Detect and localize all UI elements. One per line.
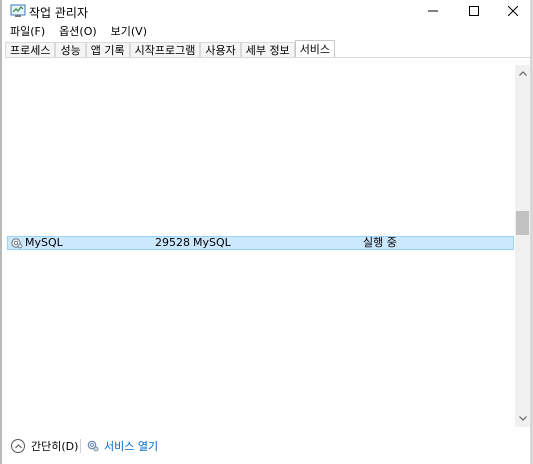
window-title: 작업 관리자 <box>29 6 89 20</box>
menu-options[interactable]: 옵션(O) <box>59 24 96 40</box>
scroll-up-button[interactable] <box>515 65 530 82</box>
close-icon <box>508 6 518 16</box>
scroll-down-button[interactable] <box>515 410 530 427</box>
tab-startup[interactable]: 시작프로그램 <box>129 42 201 58</box>
vertical-scrollbar[interactable] <box>515 65 530 427</box>
services-gear-icon <box>87 440 99 452</box>
service-description: MySQL <box>193 236 231 249</box>
tab-bar: 프로세스 성능 앱 기록 시작프로그램 사용자 세부 정보 서비스 <box>5 40 336 58</box>
left-edge <box>0 0 2 464</box>
service-pid: 29528 <box>155 236 190 249</box>
fewer-details-label: 간단히(D) <box>31 440 79 453</box>
tab-processes[interactable]: 프로세스 <box>5 42 56 58</box>
tab-details[interactable]: 세부 정보 <box>240 42 295 58</box>
tab-app-history[interactable]: 앱 기록 <box>85 42 130 58</box>
task-manager-icon <box>10 4 26 17</box>
fewer-details-button[interactable]: 간단히(D) <box>11 438 78 454</box>
chevron-down-icon <box>518 416 527 421</box>
bottom-bar: 간단히(D) 서비스 열기 <box>0 430 530 464</box>
service-name: MySQL <box>25 236 63 249</box>
chevron-up-icon <box>518 71 527 76</box>
minimize-icon <box>428 10 438 12</box>
tab-performance[interactable]: 성능 <box>55 42 86 58</box>
maximize-icon <box>469 6 479 16</box>
bottom-separator <box>80 439 81 453</box>
menu-view[interactable]: 보기(V) <box>111 24 147 40</box>
chevron-up-circle-icon <box>11 439 25 453</box>
table-row[interactable]: MySQL 29528 MySQL 실행 중 <box>7 236 514 250</box>
menu-file[interactable]: 파일(F) <box>10 24 45 40</box>
service-status: 실행 중 <box>363 236 397 249</box>
menu-bar: 파일(F) 옵션(O) 보기(V) <box>10 24 161 40</box>
minimize-button[interactable] <box>410 0 456 22</box>
service-gear-icon <box>11 238 23 249</box>
scroll-thumb[interactable] <box>516 211 529 235</box>
open-services-link[interactable]: 서비스 열기 <box>87 438 158 454</box>
title-bar[interactable]: 작업 관리자 <box>0 0 530 22</box>
services-list: MySQL 29528 MySQL 실행 중 <box>5 58 515 427</box>
close-button[interactable] <box>490 0 533 22</box>
task-manager-window: 작업 관리자 파일(F) 옵션(O) 보기(V) 프로세스 성능 앱 기록 시작… <box>0 0 533 464</box>
tab-services[interactable]: 서비스 <box>294 40 336 58</box>
open-services-label: 서비스 열기 <box>104 440 159 453</box>
tab-users[interactable]: 사용자 <box>200 42 241 58</box>
